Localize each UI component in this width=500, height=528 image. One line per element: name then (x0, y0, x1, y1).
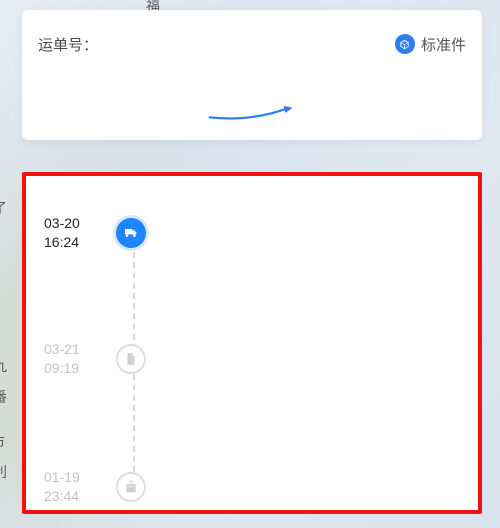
truck-icon (116, 218, 146, 248)
map-label: 利 (0, 462, 7, 482)
tracking-header-card: 运单号： 标准件 (22, 10, 482, 140)
tracking-number-input[interactable] (106, 28, 305, 60)
timeline-timestamp: 03-21 09:19 (44, 340, 102, 378)
route-swoosh-icon (208, 104, 296, 122)
shipment-type-label: 标准件 (421, 34, 466, 55)
timeline-item[interactable]: 03-21 09:19 (44, 340, 146, 378)
map-label: 了 (0, 198, 7, 218)
tracking-timeline: 03-20 16:24 03-21 09:19 01-19 23:44 (44, 204, 460, 492)
timeline-item[interactable]: 03-20 16:24 (44, 214, 146, 252)
gift-icon (116, 472, 146, 502)
document-icon (116, 344, 146, 374)
shipment-type-badge[interactable]: 标准件 (395, 34, 466, 55)
timeline-timestamp: 01-19 23:44 (44, 468, 102, 506)
map-label: 市 (0, 432, 5, 452)
map-label: 九 (0, 356, 7, 376)
tracking-number-label: 运单号： (38, 34, 98, 55)
tracking-timeline-card: 03-20 16:24 03-21 09:19 01-19 23:44 (22, 172, 482, 514)
map-label: 番 (0, 387, 7, 407)
timeline-timestamp: 03-20 16:24 (44, 214, 102, 252)
timeline-item[interactable]: 01-19 23:44 (44, 468, 146, 506)
package-icon (395, 34, 415, 54)
tracking-row: 运单号： 标准件 (38, 28, 466, 60)
